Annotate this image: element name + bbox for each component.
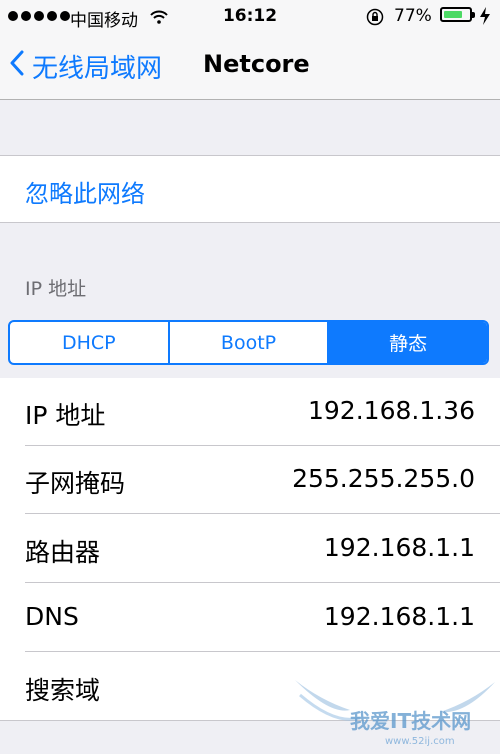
segment-static[interactable]: 静态 [327,322,487,363]
subnet-mask-field[interactable]: 255.255.255.0 [292,464,475,493]
setting-row-router[interactable]: 路由器 192.168.1.1 [0,515,500,583]
setting-label: 子网掩码 [25,469,126,498]
battery-percentage: 77% [394,6,432,26]
battery-icon [440,7,475,22]
forget-network-button[interactable]: 忽略此网络 [25,174,145,209]
dns-field[interactable]: 192.168.1.1 [324,602,475,631]
segment-dhcp[interactable]: DHCP [10,322,168,363]
ip-section-header: IP 地址 [25,278,87,300]
setting-row-ip-address[interactable]: IP 地址 192.168.1.36 [0,378,500,446]
status-bar: 中国移动 16:12 77% [0,0,500,34]
page-title: Netcore [203,50,310,78]
watermark-url: www.52ij.com [385,736,455,747]
segment-bootp[interactable]: BootP [167,322,328,363]
back-button-label: 无线局域网 [32,54,163,84]
ip-settings-list: IP 地址 192.168.1.36 子网掩码 255.255.255.0 路由… [0,378,500,721]
ip-address-field[interactable]: 192.168.1.36 [308,396,475,425]
forget-network-row[interactable]: 忽略此网络 [0,155,500,223]
setting-row-search-domain[interactable]: 搜索域 [0,653,500,721]
setting-label: IP 地址 [25,401,106,430]
charging-bolt-icon [479,7,491,30]
setting-label: DNS [25,602,79,631]
setting-row-subnet-mask[interactable]: 子网掩码 255.255.255.0 [0,446,500,514]
setting-label: 搜索域 [25,676,101,705]
setting-row-dns[interactable]: DNS 192.168.1.1 [0,584,500,652]
ip-mode-segmented-control[interactable]: DHCP BootP 静态 [8,320,489,365]
router-field[interactable]: 192.168.1.1 [324,533,475,562]
setting-label: 路由器 [25,538,101,567]
chevron-left-icon [10,50,24,83]
back-button[interactable]: 无线局域网 [10,48,162,85]
rotation-lock-icon [366,8,384,31]
navigation-bar: 无线局域网 Netcore [0,34,500,100]
